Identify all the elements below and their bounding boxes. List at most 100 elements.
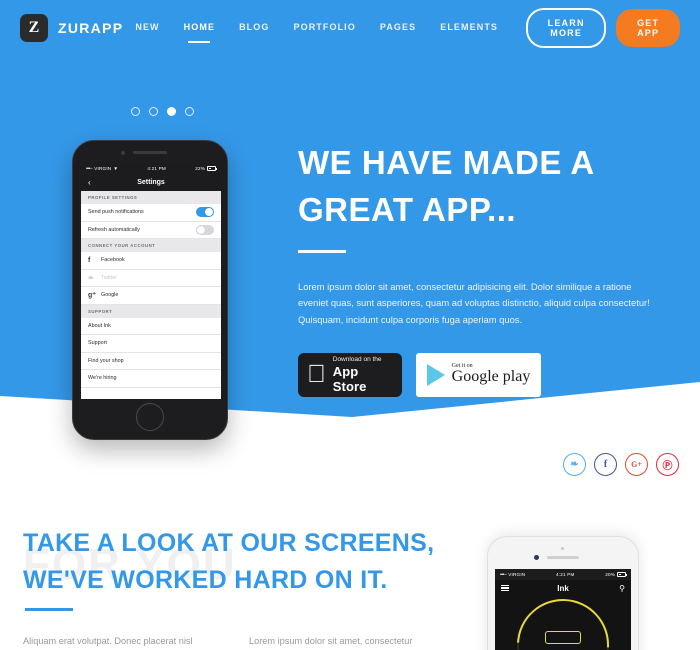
nav-item-portfolio[interactable]: PORTFOLIO [293,22,355,35]
support-label: Support [88,340,107,347]
battery-percent-label: 20% [605,572,615,577]
account-row-facebook[interactable]: f Facebook [81,252,221,270]
hero-heading-line2: GREAT APP... [298,190,517,228]
brand-logo[interactable]: Z ZURAPP [20,14,123,42]
center-pill-shape [545,631,581,644]
section-heading-line1: TAKE A LOOK AT OUR SCREENS, [23,529,435,557]
page-root: Z ZURAPP NEW HOME BLOG PORTFOLIO PAGES E… [0,0,700,650]
carrier-label: VIRGIN [508,572,526,577]
setting-row-push[interactable]: Send push notifications [81,204,221,222]
section-divider [25,608,73,611]
facebook-icon: f [88,256,91,264]
phone-camera-icon [534,555,539,560]
settings-title: Settings [137,179,165,186]
hero-content: WE HAVE MADE A GREAT APP... Lorem ipsum … [298,140,658,397]
support-row-find-shop[interactable]: Find your shop [81,352,221,370]
section-header-profile: PROFILE SETTINGS [81,191,221,204]
app-store-badges:  Download on the App Store Get it on Go… [298,352,658,397]
phone-sensor-icon [561,547,564,550]
get-app-button[interactable]: GET APP [616,9,680,47]
phone-speaker [133,151,167,154]
support-label: About Ink [88,322,111,329]
search-icon[interactable]: ⚲ [619,584,625,593]
status-bar: •••◦◦ VIRGIN 4:21 PM 20% [495,569,631,580]
section-columns: Aliquam erat volutpat. Donec placerat ni… [23,633,449,650]
battery-icon [617,572,627,577]
section-heading: TAKE A LOOK AT OUR SCREENS, WE'VE WORKED… [23,525,434,599]
phone-right-screen: •••◦◦ VIRGIN 4:21 PM 20% Ink ⚲ [495,569,631,650]
phone-right-navbar: Ink ⚲ [495,580,631,596]
support-row-about[interactable]: About Ink [81,317,221,335]
pinterest-icon[interactable]: Ⓟ [656,453,679,476]
carousel-dot-1[interactable] [131,107,140,116]
hero-heading-line1: WE HAVE MADE A [298,144,595,181]
setting-label: Send push notifications [88,209,144,216]
account-label: Twitter [101,274,117,281]
account-row-twitter[interactable]: ❧ Twitter [81,269,221,287]
learn-more-button[interactable]: LEARN MORE [526,8,607,48]
twitter-icon: ❧ [88,274,94,282]
app-store-small-label: Download on the [333,356,393,363]
phone-mockup-right: •••◦◦ VIRGIN 4:21 PM 20% Ink ⚲ [487,536,639,650]
phone-left-navbar: ‹ Settings [81,174,221,191]
section-header-connect: CONNECT YOUR ACCOUNT [81,239,221,252]
social-links: ❧ f G+ Ⓟ [563,453,679,476]
support-label: We're hiring [88,375,117,382]
ink-title: Ink [557,583,569,593]
support-row-hiring[interactable]: We're hiring [81,370,221,388]
main-nav: NEW HOME BLOG PORTFOLIO PAGES ELEMENTS L… [123,8,700,48]
phone-camera-icon [121,151,125,155]
section-column-right: Lorem ipsum dolor sit amet, consectetur [249,636,413,646]
nav-item-pages[interactable]: PAGES [380,22,416,35]
google-plus-icon: g⁺ [88,292,96,300]
google-play-icon [426,363,445,386]
carousel-dot-2[interactable] [149,107,158,116]
brand-name: ZURAPP [58,20,124,36]
carousel-dot-4[interactable] [185,107,194,116]
app-store-button[interactable]:  Download on the App Store [298,352,402,397]
setting-label: Refresh automatically [88,226,140,233]
nav-item-home[interactable]: HOME [184,22,215,35]
toggle-refresh-automatically[interactable] [196,224,214,235]
google-play-big-label: Google play [451,368,531,386]
battery-percent-label: 22% [195,166,205,171]
brand-mark-icon: Z [20,14,48,42]
twitter-icon[interactable]: ❧ [563,453,586,476]
facebook-icon[interactable]: f [594,453,617,476]
nav-item-new[interactable]: NEW [135,22,159,35]
setting-row-refresh[interactable]: Refresh automatically [81,221,221,239]
home-button-icon[interactable] [136,403,164,431]
apple-icon:  [307,362,326,387]
account-row-google[interactable]: g⁺ Google [81,287,221,305]
battery-icon [207,166,217,171]
toggle-push-notifications[interactable] [196,207,214,218]
support-label: Find your shop [88,357,124,364]
site-header: Z ZURAPP NEW HOME BLOG PORTFOLIO PAGES E… [0,0,700,56]
chevron-left-icon[interactable]: ‹ [88,178,91,187]
status-bar: •••◦◦ VIRGIN ▼ 4:21 PM 22% [81,163,221,174]
phone-left-screen: •••◦◦ VIRGIN ▼ 4:21 PM 22% ‹ Settings PR… [81,163,221,399]
section-heading-line2: WE'VE WORKED HARD ON IT. [23,566,388,594]
hero-divider [298,249,346,253]
carrier-label: VIRGIN [94,166,112,171]
signal-icon: •••◦◦ [500,571,507,578]
section-column-left: Aliquam erat volutpat. Donec placerat ni… [23,636,193,646]
carousel-dots [131,107,194,116]
clock-label: 4:21 PM [147,166,166,171]
google-play-button[interactable]: Get it on Google play [416,352,541,397]
phone-speaker [547,556,579,559]
section-header-support: SUPPORT [81,304,221,318]
signal-icon: •••◦◦ [86,165,93,172]
carousel-dot-3[interactable] [167,107,176,116]
google-plus-icon[interactable]: G+ [625,453,648,476]
nav-item-blog[interactable]: BLOG [239,22,269,35]
support-row-support[interactable]: Support [81,335,221,353]
hero-paragraph: Lorem ipsum dolor sit amet, consectetur … [298,280,650,326]
account-label: Google [101,292,119,299]
app-store-big-label: App Store [314,364,378,394]
phone-mockup-left: •••◦◦ VIRGIN ▼ 4:21 PM 22% ‹ Settings PR… [72,140,228,440]
nav-item-elements[interactable]: ELEMENTS [440,22,498,35]
hamburger-icon[interactable] [501,584,509,592]
account-label: Facebook [101,257,125,264]
clock-label: 4:21 PM [556,572,575,577]
